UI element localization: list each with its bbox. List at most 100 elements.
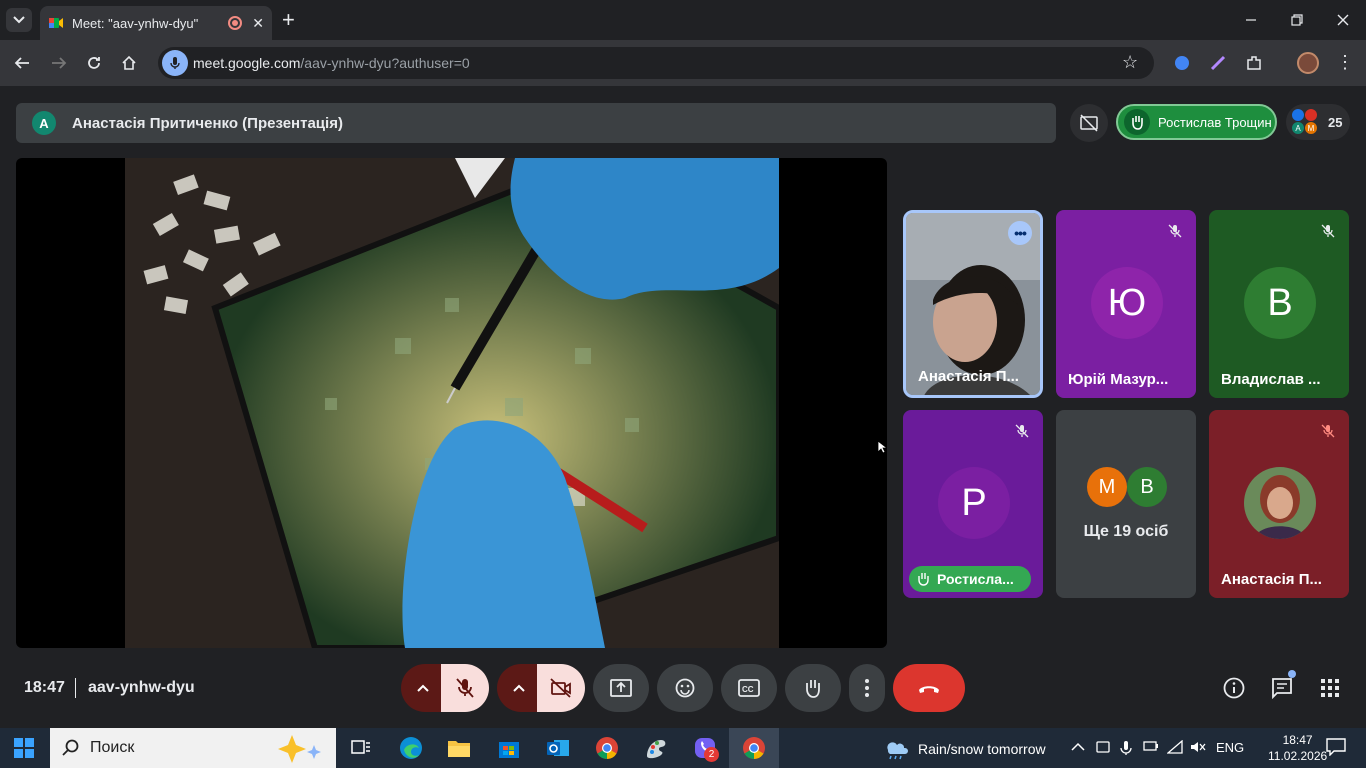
tab-search-button[interactable] bbox=[6, 8, 32, 32]
hide-presentation-button[interactable] bbox=[1070, 104, 1108, 142]
extension-blue-dot-icon[interactable] bbox=[1171, 52, 1193, 74]
meet-favicon-icon bbox=[49, 18, 63, 28]
participant-photo-avatar bbox=[1244, 467, 1316, 539]
participant-avatar: Р bbox=[938, 467, 1010, 539]
raised-hand-notification[interactable]: Ростислав Трощин bbox=[1116, 104, 1277, 140]
restore-button[interactable] bbox=[1274, 0, 1320, 40]
presenter-label: Анастасія Притиченко (Презентація) bbox=[72, 114, 343, 132]
tab-close-icon[interactable]: ✕ bbox=[252, 15, 264, 32]
participant-name: Ростисла... bbox=[937, 571, 1014, 587]
tab-title: Meet: "aav-ynhw-dyu" bbox=[72, 15, 199, 31]
url-text[interactable]: meet.google.com/aav-ynhw-dyu?authuser=0 bbox=[193, 55, 470, 71]
close-window-button[interactable] bbox=[1320, 0, 1366, 40]
participant-avatar: Ю bbox=[1091, 267, 1163, 339]
chevron-down-icon bbox=[13, 16, 25, 24]
meeting-time: 18:47 bbox=[24, 679, 65, 696]
leave-call-button[interactable] bbox=[893, 664, 965, 712]
participant-mini-avatar bbox=[1292, 109, 1304, 121]
raise-hand-button[interactable] bbox=[785, 664, 841, 712]
new-tab-button[interactable]: + bbox=[282, 9, 295, 31]
weather-text: Rain/snow tomorrow bbox=[918, 741, 1046, 757]
info-icon bbox=[1223, 677, 1245, 699]
wifi-icon[interactable] bbox=[1166, 739, 1183, 757]
paint-app-icon[interactable] bbox=[641, 733, 671, 763]
home-button[interactable] bbox=[118, 52, 140, 74]
more-participants-tile[interactable]: М В Ще 19 осіб bbox=[1056, 410, 1196, 598]
edge-browser-icon[interactable] bbox=[396, 733, 426, 763]
captions-button[interactable]: CC bbox=[721, 664, 777, 712]
weather-widget[interactable]: Rain/snow tomorrow bbox=[884, 738, 1046, 760]
arrow-right-icon bbox=[52, 57, 67, 69]
language-indicator[interactable]: ENG bbox=[1216, 740, 1244, 755]
audio-options-button[interactable] bbox=[401, 664, 445, 712]
mic-off-icon bbox=[456, 678, 474, 698]
arrow-left-icon bbox=[14, 57, 29, 69]
windows-start-icon[interactable] bbox=[14, 738, 34, 758]
back-button[interactable] bbox=[11, 52, 33, 74]
reload-button[interactable] bbox=[83, 52, 105, 74]
present-screen-button[interactable] bbox=[593, 664, 649, 712]
tab-meet[interactable]: Meet: "aav-ynhw-dyu" ✕ bbox=[40, 6, 272, 40]
participants-button[interactable]: A M 25 bbox=[1286, 104, 1350, 140]
participant-tile[interactable]: Р Ростисла... bbox=[903, 410, 1043, 598]
browser-menu-icon[interactable]: ⋮ bbox=[1336, 52, 1354, 73]
search-icon bbox=[62, 739, 79, 756]
muted-mic-icon bbox=[1011, 420, 1033, 442]
outlook-icon[interactable] bbox=[543, 733, 573, 763]
participant-name: Анастасія П... bbox=[1221, 571, 1322, 588]
file-explorer-icon[interactable] bbox=[444, 733, 474, 763]
task-view-icon[interactable] bbox=[346, 733, 376, 763]
participant-mini-avatar bbox=[1305, 109, 1317, 121]
participant-name: Владислав ... bbox=[1221, 371, 1321, 388]
presentation-stage bbox=[16, 158, 887, 648]
participant-name: Анастасія П... bbox=[918, 368, 1019, 385]
battery-icon[interactable] bbox=[1143, 740, 1159, 755]
notifications-icon[interactable] bbox=[1326, 738, 1346, 759]
presenter-avatar: A bbox=[32, 111, 56, 135]
tray-meet-icon[interactable] bbox=[1096, 740, 1110, 757]
close-icon bbox=[1337, 14, 1349, 26]
chrome-active-icon[interactable] bbox=[739, 733, 769, 763]
mic-toggle-button[interactable] bbox=[441, 664, 489, 712]
restore-icon bbox=[1291, 14, 1303, 26]
reload-icon bbox=[88, 57, 100, 69]
chrome-icon[interactable] bbox=[592, 733, 622, 763]
home-icon bbox=[122, 55, 136, 70]
recording-indicator-icon bbox=[228, 16, 243, 30]
meeting-details-button[interactable] bbox=[1222, 676, 1246, 700]
presentation-banner: A Анастасія Притиченко (Презентація) bbox=[16, 103, 1056, 143]
video-options-button[interactable] bbox=[497, 664, 541, 712]
present-screen-icon bbox=[610, 679, 632, 697]
tile-more-options-icon[interactable]: ••• bbox=[1008, 221, 1032, 245]
participant-tile[interactable]: Ю Юрій Мазур... bbox=[1056, 210, 1196, 398]
forward-button[interactable] bbox=[48, 52, 70, 74]
speaker-muted-icon[interactable] bbox=[1190, 740, 1206, 757]
viber-icon[interactable]: 2 bbox=[690, 733, 720, 763]
profile-avatar[interactable] bbox=[1297, 52, 1319, 74]
participant-tile-self[interactable]: ••• Анастасія П... bbox=[903, 210, 1043, 398]
camera-off-icon bbox=[550, 678, 571, 698]
more-options-button[interactable] bbox=[849, 664, 885, 712]
svg-text:CC: CC bbox=[742, 685, 754, 694]
extension-pen-icon[interactable] bbox=[1207, 52, 1229, 74]
microsoft-store-icon[interactable] bbox=[494, 733, 524, 763]
more-participants-label: Ще 19 осіб bbox=[1083, 523, 1169, 540]
system-clock[interactable]: 18:47 11.02.2026 bbox=[1268, 732, 1327, 764]
chat-button[interactable] bbox=[1270, 670, 1296, 700]
participant-tile[interactable]: Анастасія П... bbox=[1209, 410, 1349, 598]
presentation-slide-image bbox=[125, 158, 779, 648]
captions-icon: CC bbox=[738, 679, 760, 697]
activities-button[interactable] bbox=[1318, 676, 1342, 700]
emoji-reactions-button[interactable] bbox=[657, 664, 713, 712]
camera-toggle-button[interactable] bbox=[537, 664, 585, 712]
extensions-puzzle-icon[interactable] bbox=[1243, 52, 1265, 74]
voice-search-button[interactable] bbox=[162, 50, 188, 76]
tray-overflow-chevron-icon[interactable] bbox=[1071, 740, 1085, 755]
participant-tile[interactable]: В Владислав ... bbox=[1209, 210, 1349, 398]
taskbar-search[interactable]: Поиск bbox=[50, 728, 336, 768]
rain-cloud-icon bbox=[887, 742, 908, 760]
minimize-button[interactable] bbox=[1228, 0, 1274, 40]
tray-mic-icon[interactable] bbox=[1120, 740, 1132, 759]
clock-date: 11.02.2026 bbox=[1268, 749, 1328, 763]
bookmark-star-icon[interactable]: ☆ bbox=[1122, 52, 1138, 73]
